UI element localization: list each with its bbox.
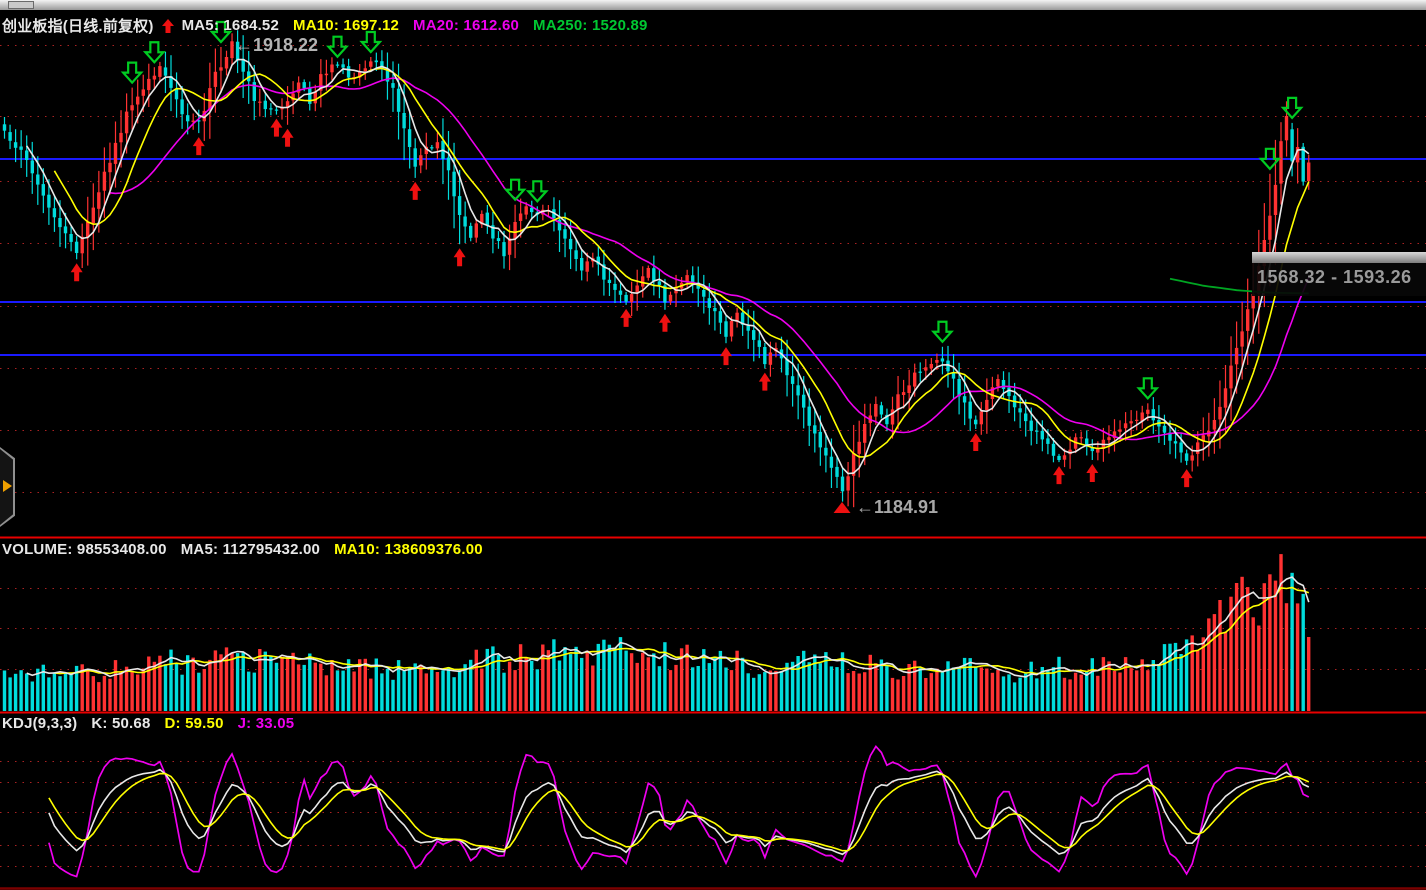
- ma-label: MA5: 1684.52: [182, 17, 279, 34]
- kdj-label: K: 50.68: [91, 715, 150, 732]
- main-chart-header: 创业板指(日线.前复权) MA5: 1684.52MA10: 1697.12MA…: [2, 15, 662, 36]
- expand-arrow-icon: [3, 480, 12, 492]
- trading-app-screen: 创业板指(日线.前复权) MA5: 1684.52MA10: 1697.12MA…: [0, 0, 1426, 890]
- range-tooltip-text: 1568.32 - 1593.26: [1252, 263, 1426, 288]
- high-price-annotation: ←1918.22: [235, 35, 318, 56]
- window-top-strip: [0, 0, 1426, 10]
- kdj-label: KDJ(9,3,3): [2, 715, 77, 732]
- stock-title: 创业板指(日线.前复权): [2, 15, 154, 36]
- volume-values: VOLUME: 98553408.00 MA5: 112795432.00 MA10…: [2, 541, 497, 558]
- kdj-label: J: 33.05: [238, 715, 295, 732]
- window-top-tab[interactable]: [8, 1, 34, 9]
- volume-label: VOLUME: 98553408.00: [2, 541, 167, 558]
- ma-label: MA250: 1520.89: [533, 17, 648, 34]
- range-tooltip-titlebar[interactable]: [1252, 252, 1426, 263]
- volume-label: MA5: 112795432.00: [181, 541, 320, 558]
- volume-panel-header: VOLUME: 98553408.00 MA5: 112795432.00 MA10…: [2, 541, 497, 558]
- ma-label: MA20: 1612.60: [413, 17, 519, 34]
- chart-canvas[interactable]: [0, 0, 1426, 890]
- ma-label: MA10: 1697.12: [293, 17, 399, 34]
- kdj-label: D: 59.50: [165, 715, 224, 732]
- ma-values: MA5: 1684.52 MA10: 1697.12 MA20: 1612.60 MA…: [182, 17, 662, 34]
- kdj-values: KDJ(9,3,3) K: 50.68 D: 59.50 J: 33.05: [2, 715, 308, 732]
- volume-label: MA10: 138609376.00: [334, 541, 483, 558]
- up-trend-arrow-icon: [162, 19, 174, 33]
- range-tooltip: 1568.32 - 1593.26: [1252, 263, 1426, 296]
- sidebar-expand-tab[interactable]: [0, 447, 15, 527]
- kdj-panel-header: KDJ(9,3,3) K: 50.68 D: 59.50 J: 33.05: [2, 715, 308, 732]
- low-price-annotation: ←1184.91: [856, 497, 938, 518]
